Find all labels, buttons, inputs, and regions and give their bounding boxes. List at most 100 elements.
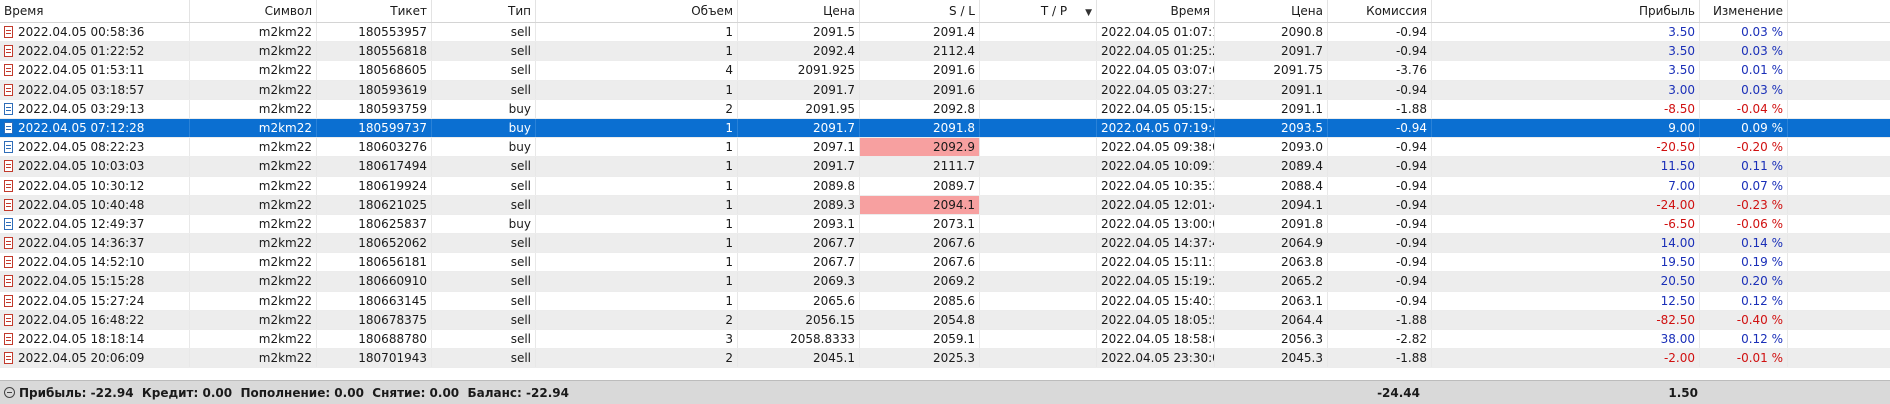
cell-symbol: m2km22 [190, 23, 317, 42]
cell-type: buy [432, 118, 536, 138]
col-header-close-time[interactable]: Время [1097, 0, 1215, 22]
cell-tp [980, 234, 1097, 253]
cell-symbol: m2km22 [190, 138, 317, 157]
cell-price: 2092.4 [738, 42, 860, 61]
cell-sl: 2094.1 [860, 195, 980, 214]
cell-sl: 2073.1 [860, 214, 980, 234]
cell-type: sell [432, 291, 536, 310]
table-row[interactable]: 2022.04.05 20:06:09 m2km22 180701943 sell 2 2… [0, 349, 1890, 369]
col-header-volume[interactable]: Объем [536, 0, 738, 22]
cell-time: 2022.04.05 07:12:28 [0, 118, 190, 138]
sell-deal-icon [4, 64, 13, 77]
cell-type: sell [432, 330, 536, 349]
table-row[interactable]: 2022.04.05 15:27:24 m2km22 180663145 sell 1 2… [0, 291, 1890, 311]
cell-change: -0.23 % [1700, 195, 1788, 214]
col-header-time[interactable]: Время [0, 0, 190, 22]
col-header-commission[interactable]: Комиссия [1328, 0, 1432, 22]
cell-change: 0.07 % [1700, 176, 1788, 195]
cell-symbol: m2km22 [190, 157, 317, 176]
cell-sl: 2091.6 [860, 80, 980, 99]
cell-sl: 2067.6 [860, 253, 980, 272]
cell-type: sell [432, 234, 536, 253]
cell-sl: 2067.6 [860, 234, 980, 253]
cell-time-text: 2022.04.05 20:06:09 [18, 351, 145, 366]
cell-time: 2022.04.05 10:03:03 [0, 157, 190, 176]
cell-change: 0.12 % [1700, 330, 1788, 349]
cell-tp [980, 80, 1097, 99]
cell-tp [980, 23, 1097, 42]
cell-symbol: m2km22 [190, 195, 317, 214]
table-row[interactable]: 2022.04.05 08:22:23 m2km22 180603276 buy 1 20… [0, 138, 1890, 158]
table-row[interactable]: 2022.04.05 10:40:48 m2km22 180621025 sell 1 2… [0, 195, 1890, 215]
cell-commission: -0.94 [1328, 214, 1432, 234]
cell-sl: 2092.9 [860, 138, 980, 157]
cell-time: 2022.04.05 00:58:36 [0, 23, 190, 42]
cell-price: 2091.925 [738, 61, 860, 80]
cell-time-text: 2022.04.05 10:40:48 [18, 197, 145, 212]
cell-volume: 2 [536, 99, 738, 118]
cell-profit: 12.50 [1432, 291, 1700, 310]
buy-deal-icon [4, 141, 13, 154]
col-header-tp[interactable]: T / P ▼ [980, 0, 1097, 22]
cell-ticket: 180593619 [317, 80, 432, 99]
col-header-type[interactable]: Тип [432, 0, 536, 22]
table-row[interactable]: 2022.04.05 01:22:52 m2km22 180556818 sell 1 2… [0, 42, 1890, 62]
cell-tp [980, 330, 1097, 349]
cell-symbol: m2km22 [190, 310, 317, 329]
table-row[interactable]: 2022.04.05 14:52:10 m2km22 180656181 sell 1 2… [0, 253, 1890, 273]
table-row[interactable]: 2022.04.05 10:03:03 m2km22 180617494 sell 1 2… [0, 157, 1890, 177]
cell-commission: -0.94 [1328, 23, 1432, 42]
cell-tp [980, 99, 1097, 118]
cell-close-price: 2088.4 [1215, 176, 1328, 195]
table-row[interactable]: 2022.04.05 03:29:13 m2km22 180593759 buy 2 20… [0, 99, 1890, 119]
table-row[interactable]: 2022.04.05 10:30:12 m2km22 180619924 sell 1 2… [0, 176, 1890, 196]
cell-tp [980, 195, 1097, 214]
table-row[interactable]: 2022.04.05 14:36:37 m2km22 180652062 sell 1 2… [0, 234, 1890, 254]
collapse-icon[interactable] [4, 387, 15, 398]
cell-symbol: m2km22 [190, 99, 317, 118]
sell-deal-icon [4, 198, 13, 211]
cell-ticket: 180660910 [317, 272, 432, 291]
cell-change: 0.12 % [1700, 291, 1788, 310]
cell-ticket: 180619924 [317, 176, 432, 195]
table-row[interactable]: 2022.04.05 00:58:36 m2km22 180553957 sell 1 2… [0, 23, 1890, 43]
table-row[interactable]: 2022.04.05 01:53:11 m2km22 180568605 sell 4 2… [0, 61, 1890, 81]
col-header-change[interactable]: Изменение [1700, 0, 1788, 22]
cell-tp [980, 118, 1097, 138]
cell-profit: -20.50 [1432, 138, 1700, 157]
cell-time-text: 2022.04.05 12:49:37 [18, 216, 145, 231]
table-row[interactable]: 2022.04.05 16:48:22 m2km22 180678375 sell 2 2… [0, 310, 1890, 330]
table-row[interactable]: 2022.04.05 18:18:14 m2km22 180688780 sell 3 2… [0, 330, 1890, 350]
col-header-profit[interactable]: Прибыль [1432, 0, 1700, 22]
footer-commission-total: -24.44 [1377, 386, 1420, 400]
col-header-sl[interactable]: S / L [860, 0, 980, 22]
cell-price: 2091.7 [738, 80, 860, 99]
cell-commission: -0.94 [1328, 80, 1432, 99]
cell-volume: 1 [536, 138, 738, 157]
cell-profit: -8.50 [1432, 99, 1700, 118]
cell-close-time: 2022.04.05 09:38:01 [1097, 138, 1215, 157]
table-row[interactable]: 2022.04.05 03:18:57 m2km22 180593619 sell 1 2… [0, 80, 1890, 100]
cell-change: -0.06 % [1700, 214, 1788, 234]
cell-tp [980, 214, 1097, 234]
cell-symbol: m2km22 [190, 234, 317, 253]
cell-volume: 1 [536, 157, 738, 176]
table-row[interactable]: 2022.04.05 07:12:28 m2km22 180599737 buy 1 20… [0, 118, 1890, 139]
cell-ticket: 180656181 [317, 253, 432, 272]
col-header-symbol[interactable]: Символ [190, 0, 317, 22]
cell-change: 0.19 % [1700, 253, 1788, 272]
cell-price: 2097.1 [738, 138, 860, 157]
cell-profit: 38.00 [1432, 330, 1700, 349]
col-header-close-price[interactable]: Цена [1215, 0, 1328, 22]
cell-close-price: 2065.2 [1215, 272, 1328, 291]
table-row[interactable]: 2022.04.05 12:49:37 m2km22 180625837 buy 1 20… [0, 214, 1890, 235]
cell-time-text: 2022.04.05 03:29:13 [18, 101, 145, 116]
cell-profit: 20.50 [1432, 272, 1700, 291]
col-header-ticket[interactable]: Тикет [317, 0, 432, 22]
sell-deal-icon [4, 26, 13, 38]
table-row[interactable]: 2022.04.05 15:15:28 m2km22 180660910 sell 1 2… [0, 272, 1890, 292]
col-header-price[interactable]: Цена [738, 0, 860, 22]
cell-time: 2022.04.05 03:29:13 [0, 99, 190, 118]
cell-time-text: 2022.04.05 01:53:11 [18, 63, 145, 78]
cell-profit: 11.50 [1432, 157, 1700, 176]
